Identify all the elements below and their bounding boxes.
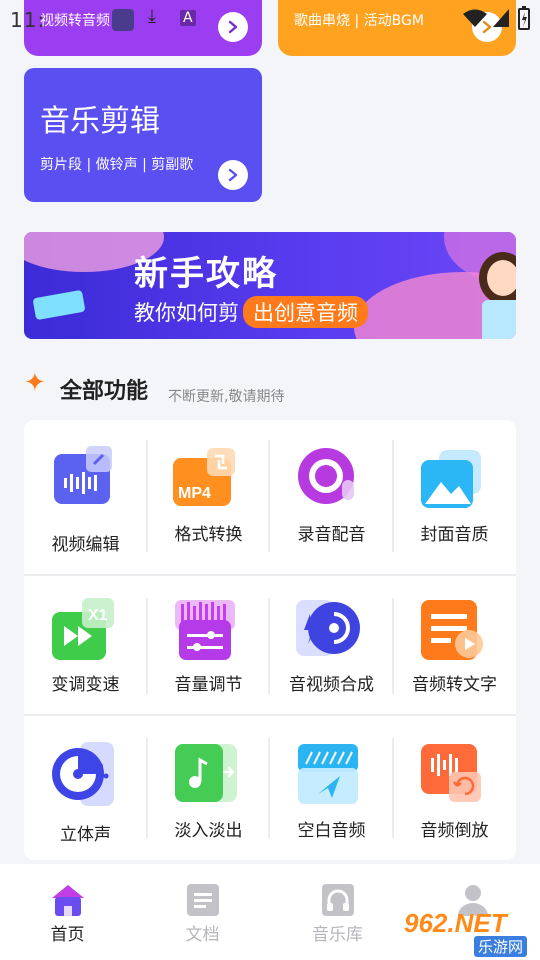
feature-video-edit[interactable]: 视频编辑: [24, 420, 147, 570]
feature-label: 立体声: [60, 825, 111, 845]
volume-adjust-icon: [175, 600, 235, 660]
feature-volume-adjust[interactable]: 音量调节: [147, 576, 270, 714]
card-subtitle: 剪片段 | 做铃声 | 剪副歌: [40, 157, 194, 173]
feature-cover-quality[interactable]: 封面音质: [393, 420, 516, 570]
battery-icon: [518, 6, 530, 30]
blank-audio-icon: [298, 744, 358, 804]
status-bar: 11: ⤓ A: [0, 0, 540, 38]
svg-text:MP4: MP4: [178, 485, 211, 502]
mp4-format-icon: MP4: [173, 448, 235, 506]
feature-label: 淡入淡出: [174, 821, 243, 841]
feature-grid: 视频编辑 MP4 格式转换 录音配音 封面音质 X1 变调变速 音量调节 音视频…: [24, 420, 516, 860]
headphones-icon: [322, 884, 354, 916]
audio-to-text-icon: [421, 600, 483, 660]
book-icon: [32, 289, 86, 321]
a-icon: A: [180, 10, 196, 26]
feature-format-convert[interactable]: MP4 格式转换: [147, 420, 270, 570]
av-merge-icon: [296, 600, 360, 656]
banner-text: 教你如何剪: [134, 301, 239, 325]
site-watermark: 962.NET 乐游网: [400, 908, 536, 958]
nav-label: 文档: [185, 925, 220, 945]
nav-music-library[interactable]: 音乐库: [270, 864, 405, 960]
arrow-right-icon[interactable]: [218, 160, 248, 190]
fade-in-out-icon: [175, 744, 237, 802]
app-notification-icon: [112, 9, 134, 31]
nav-home[interactable]: 首页: [0, 864, 135, 960]
sparkle-icon: ✦: [24, 368, 46, 398]
card-title: 音乐剪辑: [40, 104, 160, 139]
feature-blank-audio[interactable]: 空白音频: [270, 716, 393, 860]
feature-label: 变调变速: [51, 675, 120, 695]
nav-label: 音乐库: [312, 925, 363, 945]
feature-stereo[interactable]: 立体声: [24, 716, 147, 860]
feature-label: 音频倒放: [420, 821, 489, 841]
feature-audio-to-text[interactable]: 音频转文字: [393, 576, 516, 714]
feature-av-merge[interactable]: 音视频合成: [270, 576, 393, 714]
section-hint: 不断更新,敬请期待: [168, 389, 285, 405]
svg-text:X1: X1: [88, 607, 108, 624]
cover-image-icon: [421, 450, 481, 508]
nav-label: 首页: [50, 925, 85, 945]
stereo-icon: [52, 742, 114, 806]
feature-label: 音视频合成: [289, 675, 374, 695]
feature-label: 视频编辑: [51, 535, 120, 555]
video-edit-icon: [54, 446, 112, 504]
feature-reverse-audio[interactable]: 音频倒放: [393, 716, 516, 860]
home-icon: [52, 885, 84, 916]
banner-title: 新手攻略: [134, 254, 278, 294]
girl-illustration-body: [482, 300, 516, 339]
feature-fade-in-out[interactable]: 淡入淡出: [147, 716, 270, 860]
music-edit-card[interactable]: 音乐剪辑 剪片段 | 做铃声 | 剪副歌: [24, 68, 262, 202]
status-time: 11:: [10, 8, 46, 32]
watermark-sub: 乐游网: [474, 936, 528, 957]
feature-label: 录音配音: [297, 525, 366, 545]
download-icon: ⤓: [148, 6, 156, 27]
section-title: 全部功能: [60, 379, 149, 404]
record-icon: [298, 448, 354, 504]
signal-icon: [493, 9, 509, 27]
nav-document[interactable]: 文档: [135, 864, 270, 960]
wifi-icon: [463, 9, 487, 27]
feature-label: 音频转文字: [412, 675, 497, 695]
banner-line: 教你如何剪 出创意音频: [134, 296, 368, 328]
document-icon: [187, 884, 219, 916]
banner-highlight: 出创意音频: [243, 296, 368, 328]
feature-label: 音量调节: [174, 675, 243, 695]
speed-x1-icon: X1: [52, 598, 114, 660]
beginner-guide-banner[interactable]: 新手攻略 教你如何剪 出创意音频: [24, 232, 516, 339]
feature-label: 空白音频: [297, 821, 366, 841]
feature-record-dub[interactable]: 录音配音: [270, 420, 393, 570]
feature-label: 格式转换: [174, 525, 243, 545]
feature-pitch-speed[interactable]: X1 变调变速: [24, 576, 147, 714]
reverse-audio-icon: [421, 744, 481, 802]
section-header: ✦ 全部功能 不断更新,敬请期待: [24, 368, 516, 405]
watermark-brand: 962.NET: [404, 908, 507, 938]
feature-label: 封面音质: [420, 525, 489, 545]
